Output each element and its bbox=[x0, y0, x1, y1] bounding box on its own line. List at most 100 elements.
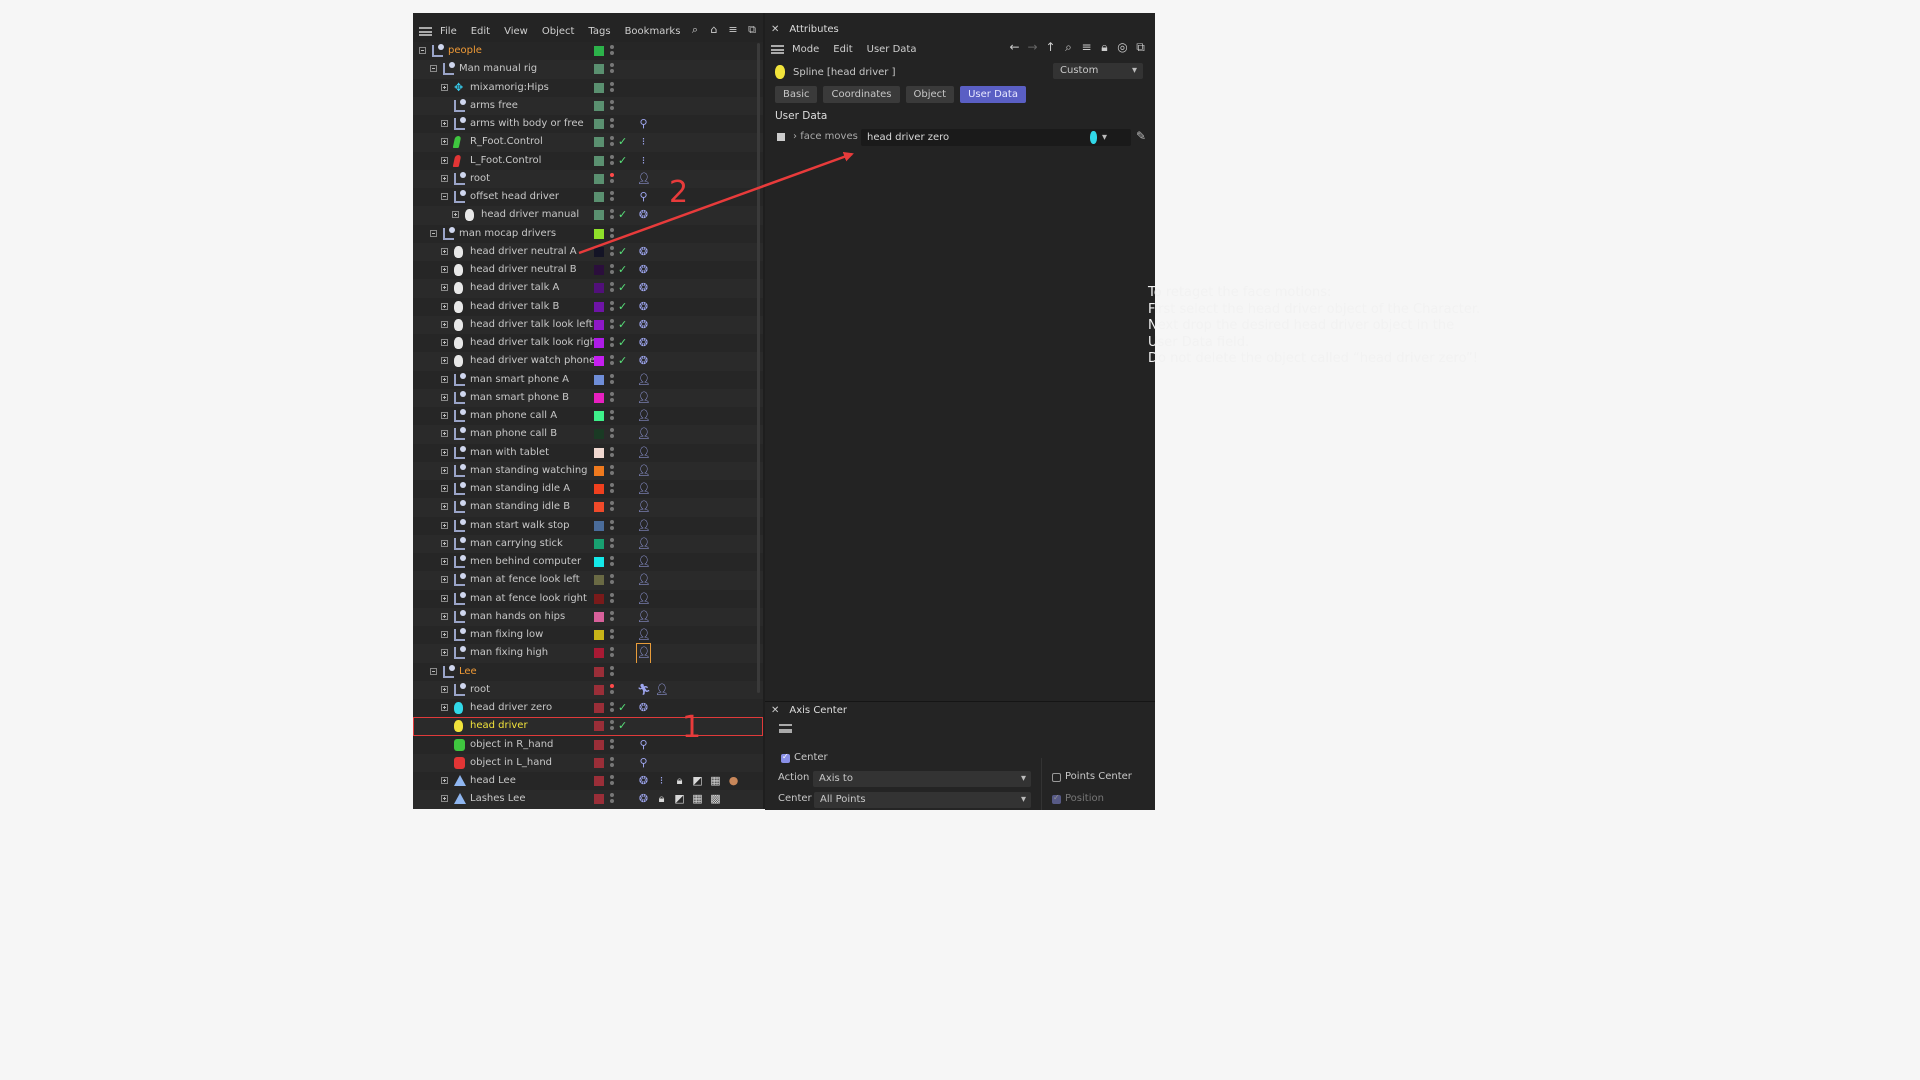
center-checkbox[interactable] bbox=[781, 752, 790, 763]
tree-row[interactable]: men behind computer 👤︎ bbox=[413, 553, 763, 572]
visibility-dots[interactable] bbox=[610, 647, 614, 659]
pose-tag-icon[interactable]: ❂ bbox=[637, 206, 650, 224]
visibility-dots[interactable] bbox=[610, 775, 614, 787]
person-tag-icon[interactable]: 👤︎ bbox=[637, 608, 651, 626]
tree-row[interactable]: arms with body or free ⚲ bbox=[413, 115, 763, 134]
person-tag-icon[interactable]: 👤︎ bbox=[637, 590, 651, 608]
tab-object[interactable]: Object bbox=[905, 86, 955, 103]
person-selected-tag-icon[interactable]: 👤︎ bbox=[636, 643, 651, 664]
menu-hamburger-icon[interactable] bbox=[419, 26, 432, 36]
layer-color-swatch[interactable] bbox=[594, 429, 604, 440]
tab-user-data[interactable]: User Data bbox=[960, 86, 1026, 103]
person-tag-icon[interactable]: 👤︎ bbox=[637, 389, 651, 407]
tree-row[interactable]: head driver watch phone ✓ ❂ bbox=[413, 352, 763, 371]
layer-color-swatch[interactable] bbox=[594, 557, 604, 567]
expand-icon[interactable] bbox=[441, 558, 448, 565]
pose-tag-icon[interactable]: ❂ bbox=[637, 261, 650, 279]
object-tree-scrollbar[interactable] bbox=[757, 43, 760, 693]
menu-file[interactable]: File bbox=[440, 26, 457, 37]
visibility-dots[interactable] bbox=[610, 300, 614, 313]
layer-color-swatch[interactable] bbox=[594, 593, 604, 604]
enabled-check-icon[interactable]: ✓ bbox=[618, 152, 627, 170]
layer-color-swatch[interactable] bbox=[594, 119, 604, 129]
collapse-icon[interactable] bbox=[430, 667, 437, 675]
position-checkbox[interactable] bbox=[1052, 793, 1061, 804]
tree-row[interactable]: head driver manual ✓ ❂ bbox=[413, 206, 763, 225]
enabled-check-icon[interactable]: ✓ bbox=[618, 316, 627, 334]
layer-color-swatch[interactable] bbox=[594, 283, 604, 294]
expand-icon[interactable] bbox=[441, 466, 448, 474]
uvw-tag-icon[interactable]: ◩ bbox=[691, 772, 704, 790]
tree-row[interactable]: people bbox=[413, 42, 763, 61]
visibility-dots[interactable] bbox=[610, 172, 614, 185]
layer-color-swatch[interactable] bbox=[594, 465, 604, 476]
person-tag-icon[interactable]: 👤︎ bbox=[637, 517, 651, 535]
lock-icon[interactable]: 🔒︎ bbox=[1098, 40, 1111, 55]
pose-tag-icon[interactable]: ❂ bbox=[637, 352, 650, 370]
person-tag-icon[interactable]: 👤︎ bbox=[637, 626, 651, 644]
layer-color-swatch[interactable] bbox=[594, 374, 604, 385]
menu-bookmarks[interactable]: Bookmarks bbox=[625, 26, 681, 37]
layer-color-swatch[interactable] bbox=[594, 630, 604, 640]
expand-icon[interactable] bbox=[441, 521, 448, 529]
menu-view[interactable]: View bbox=[504, 26, 528, 37]
pin-tag-icon[interactable]: ⚲ bbox=[637, 754, 650, 772]
visibility-dots[interactable] bbox=[610, 227, 614, 240]
expand-icon[interactable] bbox=[441, 83, 448, 91]
layer-color-swatch[interactable] bbox=[594, 721, 604, 732]
person-tag-icon[interactable]: 👤︎ bbox=[637, 444, 651, 462]
mode-dropdown[interactable]: Custom bbox=[1053, 63, 1143, 79]
person-tag-icon[interactable]: 👤︎ bbox=[637, 553, 651, 571]
uvw-tag-icon[interactable]: ◩ bbox=[673, 790, 686, 808]
pick-object-icon[interactable]: ✎ bbox=[1136, 129, 1146, 143]
walk-tag-icon[interactable]: 🏃︎ bbox=[637, 681, 651, 699]
person-tag-icon[interactable]: 👤︎ bbox=[655, 681, 669, 699]
expand-icon[interactable] bbox=[441, 539, 448, 547]
tree-row[interactable]: object in L_hand ⚲ bbox=[413, 753, 763, 772]
enabled-check-icon[interactable]: ✓ bbox=[618, 206, 627, 224]
visibility-dots[interactable] bbox=[610, 556, 614, 568]
layer-color-swatch[interactable] bbox=[594, 538, 604, 549]
collapse-icon[interactable] bbox=[430, 65, 437, 73]
expand-icon[interactable] bbox=[441, 649, 448, 657]
tree-row[interactable]: head Lee ❂ ⁝ 🔒︎ ◩ ▦ ● bbox=[413, 772, 763, 791]
layer-color-swatch[interactable] bbox=[594, 502, 604, 513]
person-tag-icon[interactable]: 👤︎ bbox=[637, 498, 651, 516]
expand-icon[interactable] bbox=[441, 320, 448, 328]
layer-color-swatch[interactable] bbox=[594, 228, 604, 239]
expand-icon[interactable] bbox=[441, 795, 448, 803]
tree-row[interactable]: R_Foot.Control ✓ ⁝ bbox=[413, 133, 763, 152]
lock-tag-icon[interactable]: 🔒︎ bbox=[655, 790, 668, 808]
layer-color-swatch[interactable] bbox=[594, 703, 604, 713]
visibility-dots[interactable] bbox=[610, 738, 614, 751]
tab-basic[interactable]: Basic bbox=[775, 86, 818, 103]
person-tag-icon[interactable]: 👤︎ bbox=[637, 480, 651, 498]
layer-color-swatch[interactable] bbox=[594, 301, 604, 312]
layer-color-swatch[interactable] bbox=[594, 776, 604, 786]
visibility-dots[interactable] bbox=[610, 136, 614, 148]
tree-row[interactable]: object in R_hand ⚲ bbox=[413, 735, 763, 754]
visibility-dots[interactable] bbox=[610, 665, 614, 678]
tree-row[interactable]: man smart phone A 👤︎ bbox=[413, 370, 763, 389]
filter-icon[interactable]: ≡ bbox=[1080, 40, 1093, 55]
visibility-dots[interactable] bbox=[610, 574, 614, 586]
pin-tag-icon[interactable]: ⚲ bbox=[637, 736, 650, 754]
tree-row[interactable]: man phone call A 👤︎ bbox=[413, 407, 763, 426]
visibility-dots[interactable] bbox=[610, 373, 614, 386]
up-arrow-icon[interactable]: ↑ bbox=[1044, 40, 1057, 55]
expand-icon[interactable] bbox=[441, 594, 448, 602]
layer-color-swatch[interactable] bbox=[594, 82, 604, 93]
visibility-dots[interactable] bbox=[610, 191, 614, 203]
expand-icon[interactable] bbox=[441, 685, 448, 693]
layer-color-swatch[interactable] bbox=[594, 484, 604, 494]
tree-row[interactable]: head driver zero ✓ ❂ bbox=[413, 699, 763, 718]
menu-user-data[interactable]: User Data bbox=[867, 44, 917, 55]
layer-color-swatch[interactable] bbox=[594, 411, 604, 421]
enabled-check-icon[interactable]: ✓ bbox=[618, 279, 627, 297]
new-window-icon[interactable]: ⧉ bbox=[745, 23, 759, 37]
layer-color-swatch[interactable] bbox=[594, 757, 604, 768]
menu-object[interactable]: Object bbox=[542, 26, 575, 37]
close-icon[interactable]: ✕ bbox=[771, 705, 779, 716]
tree-row[interactable]: arms free bbox=[413, 96, 763, 115]
visibility-dots[interactable] bbox=[610, 282, 614, 294]
